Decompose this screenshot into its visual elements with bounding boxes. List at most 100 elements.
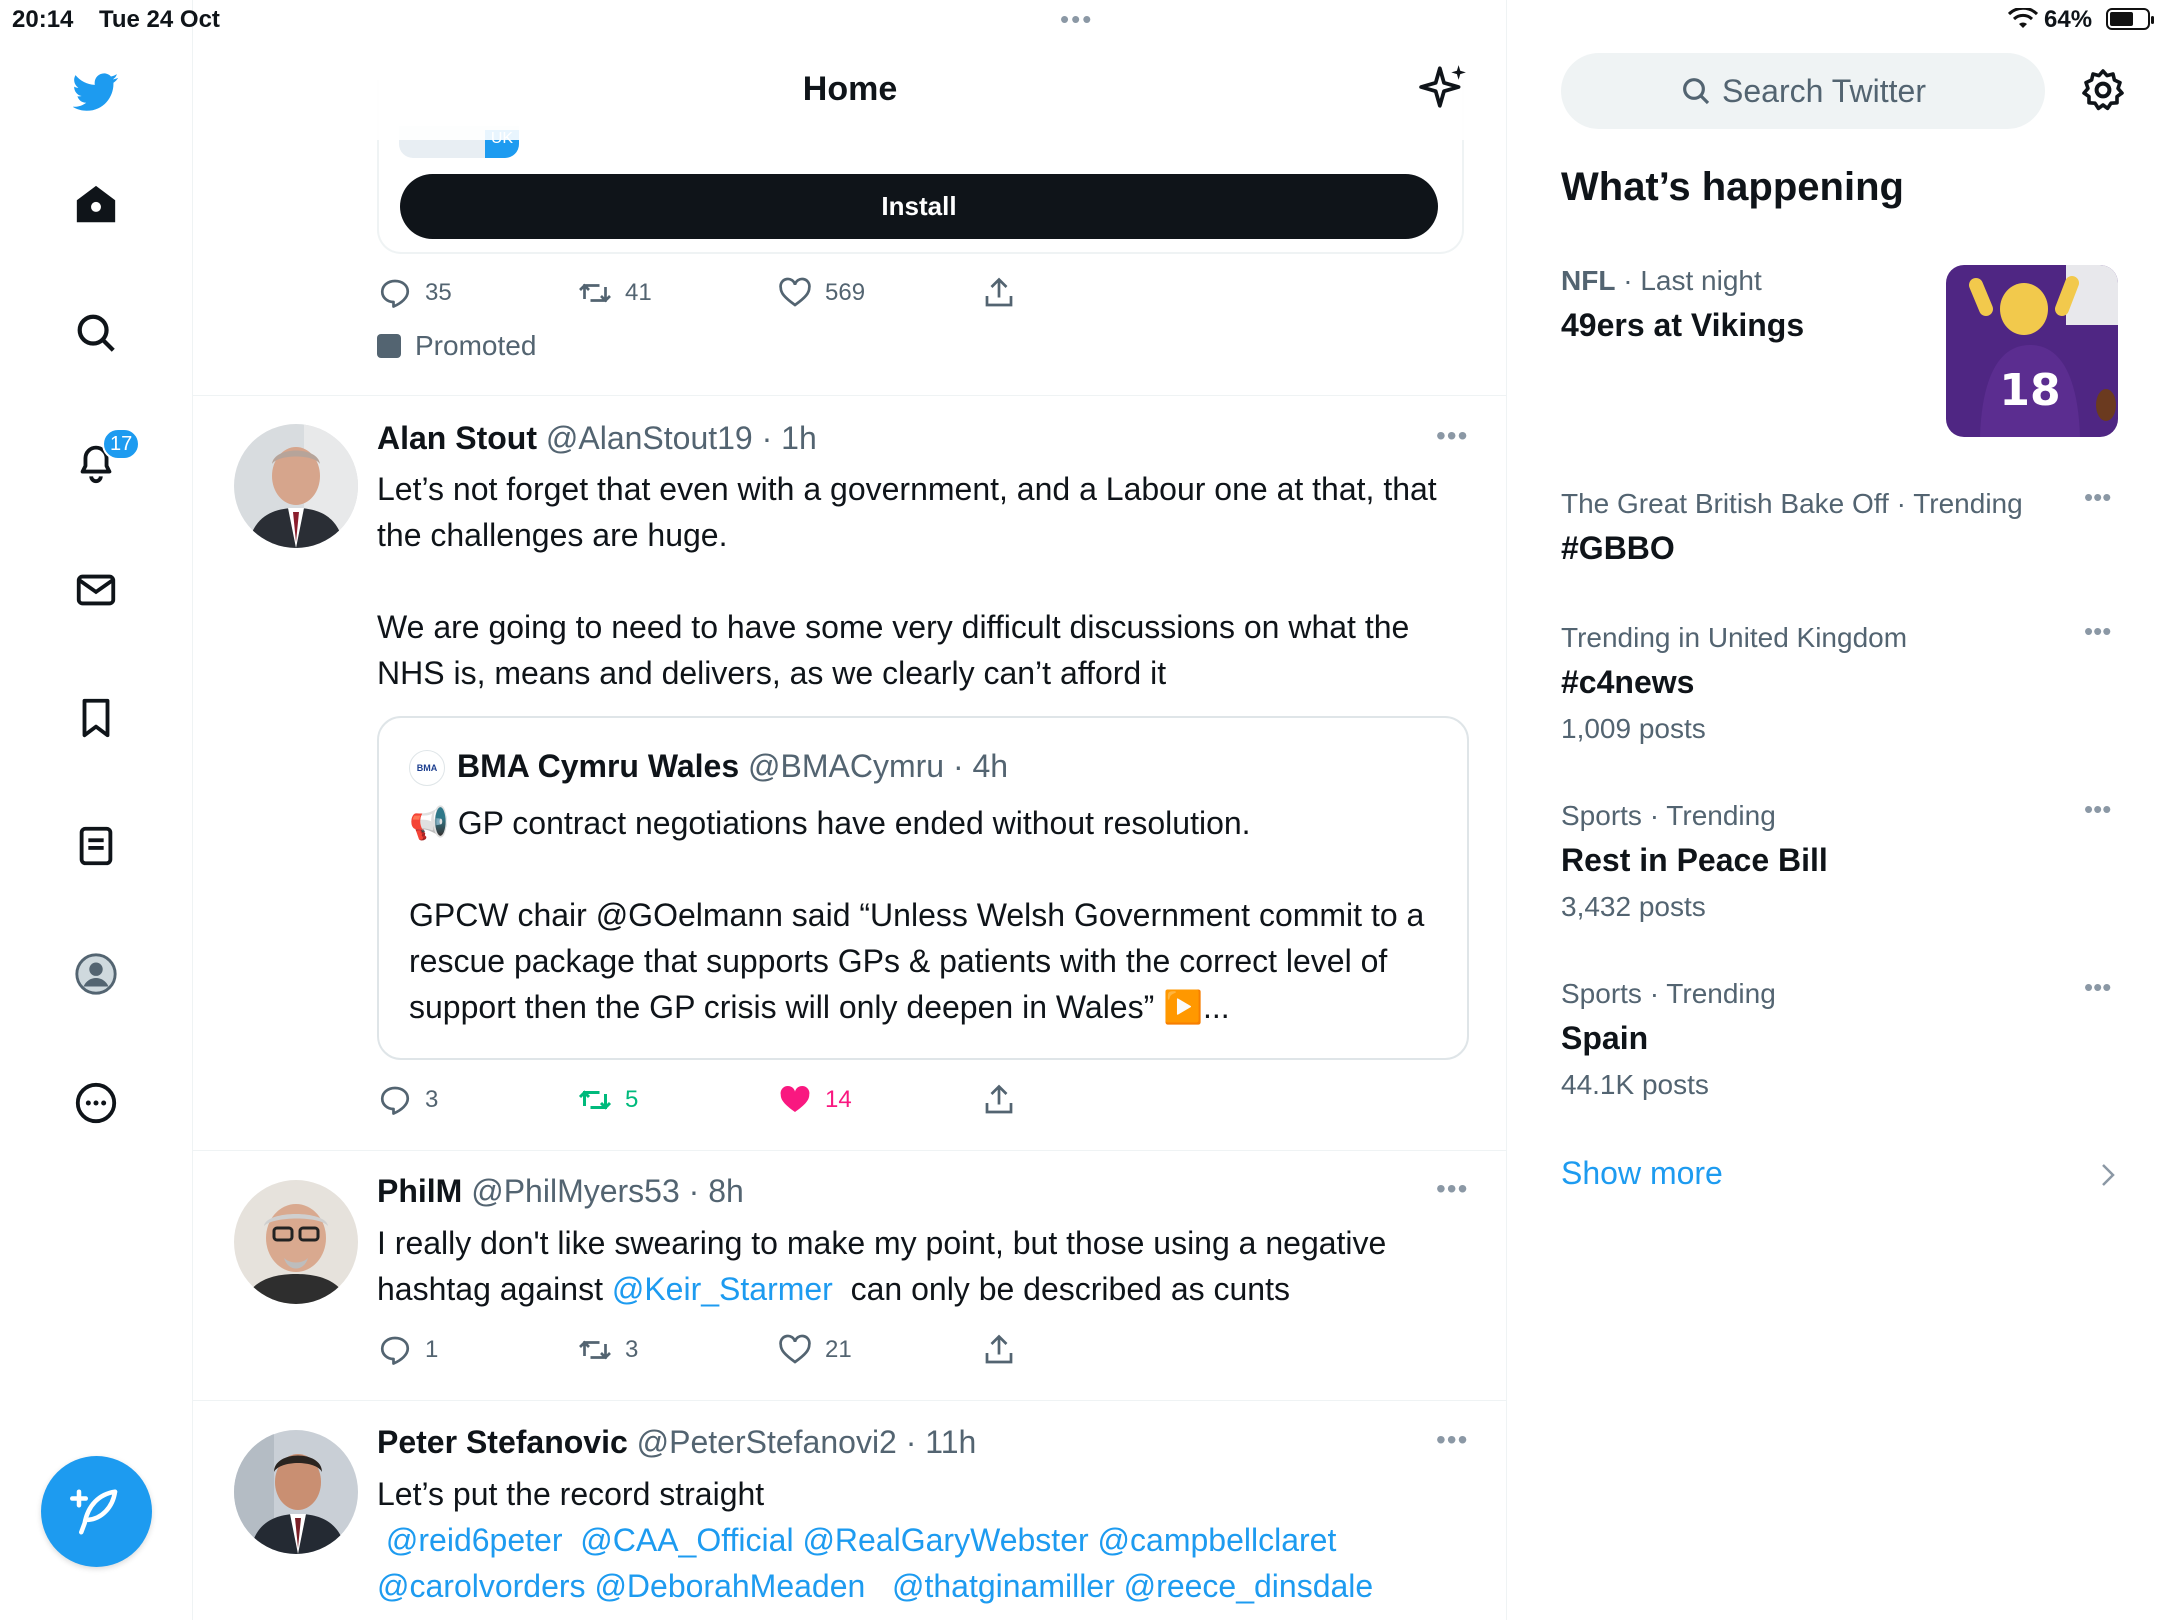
tweet-header: Peter Stefanovic @PeterStefanovi2 · 11h bbox=[377, 1424, 976, 1461]
ad-actions: 35 41 569 bbox=[377, 271, 1077, 315]
divider bbox=[193, 395, 1506, 396]
trend-meta: Sports · Trending bbox=[1561, 800, 1776, 831]
reply-icon bbox=[380, 1086, 410, 1115]
like-button[interactable]: 21 bbox=[777, 1328, 852, 1372]
search-icon bbox=[1683, 78, 1710, 105]
mail-icon[interactable] bbox=[66, 560, 126, 620]
like-count: 21 bbox=[825, 1336, 852, 1363]
promoted-icon bbox=[377, 334, 401, 358]
share-icon bbox=[985, 277, 1013, 307]
mention-link[interactable]: @Keir_Starmer bbox=[612, 1271, 833, 1307]
reply-count: 3 bbox=[425, 1086, 439, 1113]
share-button[interactable] bbox=[981, 1328, 1029, 1372]
trend-count: 44.1K posts bbox=[1561, 1069, 1709, 1100]
jersey-number: 18 bbox=[1999, 365, 2060, 416]
share-button[interactable] bbox=[981, 271, 1029, 315]
tweet-text: Let’s put the record straight bbox=[377, 1476, 765, 1512]
battery-icon bbox=[2106, 8, 2154, 30]
battery-percent: 64% bbox=[2044, 6, 2093, 33]
trend-more-icon[interactable]: ••• bbox=[2084, 972, 2111, 1003]
left-nav: 17 bbox=[0, 0, 193, 1620]
compose-button[interactable] bbox=[41, 1456, 152, 1567]
twitter-logo-icon[interactable] bbox=[66, 62, 126, 122]
tweet-more-icon[interactable]: ••• bbox=[1436, 1424, 1468, 1456]
tweet-actions: 1 3 21 bbox=[377, 1328, 1077, 1372]
search-input[interactable]: Search Twitter bbox=[1561, 53, 2045, 129]
trend-item[interactable]: Sports · Trending Rest in Peace Bill 3,4… bbox=[1561, 794, 2121, 923]
like-icon bbox=[779, 277, 811, 307]
mention-links[interactable]: @reid6peter @CAA_Official @RealGaryWebst… bbox=[377, 1517, 1477, 1563]
retweet-icon bbox=[579, 283, 611, 303]
mention-links[interactable]: @carolvorders @DeborahMeaden @thatginami… bbox=[377, 1563, 1477, 1609]
chevron-right-icon[interactable] bbox=[2097, 1160, 2119, 1190]
reply-button[interactable]: 3 bbox=[377, 1078, 438, 1122]
trend-more-icon[interactable]: ••• bbox=[2084, 616, 2111, 647]
tweet-header: Alan Stout @AlanStout19 · 1h bbox=[377, 420, 817, 457]
gear-icon[interactable] bbox=[2079, 66, 2127, 114]
reply-button[interactable]: 35 bbox=[377, 271, 452, 315]
trend-image[interactable]: 18 bbox=[1946, 265, 2118, 437]
quoted-tweet[interactable]: BMA BMA Cymru Wales @BMACymru · 4h 📢 GP … bbox=[377, 716, 1469, 1060]
quote-avatar: BMA bbox=[409, 750, 445, 786]
like-icon bbox=[780, 1085, 810, 1112]
trend-count: 3,432 posts bbox=[1561, 891, 1706, 922]
like-button[interactable]: 14 bbox=[777, 1078, 852, 1122]
author-name[interactable]: Alan Stout bbox=[377, 420, 537, 456]
trend-item[interactable]: Sports · Trending Spain 44.1K posts ••• bbox=[1561, 972, 2121, 1101]
timeline: Home UK Install 35 41 569 Promoted bbox=[193, 0, 1507, 1620]
bookmark-icon[interactable] bbox=[66, 688, 126, 748]
tweet-more-icon[interactable]: ••• bbox=[1436, 1173, 1468, 1205]
trend-more-icon[interactable]: ••• bbox=[2084, 482, 2111, 513]
avatar[interactable] bbox=[234, 1180, 358, 1304]
share-button[interactable] bbox=[981, 1078, 1029, 1122]
tweet-header: PhilM @PhilMyers53 · 8h bbox=[377, 1173, 744, 1210]
show-more-link[interactable]: Show more bbox=[1561, 1155, 1723, 1192]
reply-button[interactable]: 1 bbox=[377, 1328, 438, 1372]
avatar[interactable] bbox=[234, 1430, 358, 1554]
retweet-button[interactable]: 3 bbox=[577, 1328, 638, 1372]
install-button[interactable]: Install bbox=[400, 174, 1438, 239]
like-icon bbox=[779, 1334, 811, 1364]
promoted-label: Promoted bbox=[377, 330, 536, 362]
trend-more-icon[interactable]: ••• bbox=[2084, 794, 2111, 825]
reply-icon bbox=[380, 1336, 410, 1365]
trend-category: NFL bbox=[1561, 265, 1616, 296]
tweet-text: I really don't like swearing to make my … bbox=[377, 1220, 1477, 1312]
bell-icon[interactable]: 17 bbox=[66, 428, 141, 492]
author-handle[interactable]: @PhilMyers53 · 8h bbox=[471, 1173, 744, 1209]
more-icon[interactable] bbox=[66, 1073, 126, 1133]
retweet-button[interactable]: 41 bbox=[577, 271, 652, 315]
share-icon bbox=[985, 1334, 1013, 1364]
divider bbox=[193, 1400, 1506, 1401]
retweet-button[interactable]: 5 bbox=[577, 1078, 638, 1122]
share-icon bbox=[985, 1084, 1013, 1114]
reply-count: 1 bbox=[425, 1336, 439, 1363]
status-date: Tue 24 Oct bbox=[99, 6, 220, 33]
retweet-icon bbox=[578, 1090, 612, 1110]
retweet-count: 3 bbox=[625, 1336, 639, 1363]
sparkle-icon[interactable] bbox=[1419, 62, 1469, 112]
like-button[interactable]: 569 bbox=[777, 271, 865, 315]
multitasking-dots-icon[interactable]: ••• bbox=[1060, 4, 1093, 35]
quote-header: BMA Cymru Wales @BMACymru · 4h bbox=[457, 748, 1008, 785]
search-icon[interactable] bbox=[66, 303, 126, 363]
home-icon[interactable] bbox=[66, 175, 126, 235]
author-name[interactable]: Peter Stefanovic bbox=[377, 1424, 628, 1460]
quote-author-name: BMA Cymru Wales bbox=[457, 748, 740, 784]
trend-item[interactable]: The Great British Bake Off · Trending #G… bbox=[1561, 482, 2121, 567]
author-name[interactable]: PhilM bbox=[377, 1173, 462, 1209]
tweet-text: Let’s not forget that even with a govern… bbox=[377, 471, 1437, 691]
reply-icon bbox=[380, 279, 410, 308]
search-placeholder: Search Twitter bbox=[1722, 72, 1926, 109]
author-handle[interactable]: @AlanStout19 · 1h bbox=[546, 420, 817, 456]
author-handle[interactable]: @PeterStefanovi2 · 11h bbox=[637, 1424, 977, 1460]
lists-icon[interactable] bbox=[66, 816, 126, 876]
profile-icon[interactable] bbox=[66, 944, 126, 1004]
retweet-icon bbox=[579, 1340, 611, 1360]
trend-time: · Last night bbox=[1615, 265, 1762, 296]
trend-item[interactable]: Trending in United Kingdom #c4news 1,009… bbox=[1561, 616, 2121, 745]
trend-title: Spain bbox=[1561, 1020, 1649, 1056]
trend-meta: Sports · Trending bbox=[1561, 978, 1776, 1009]
tweet-more-icon[interactable]: ••• bbox=[1436, 420, 1468, 452]
avatar[interactable] bbox=[234, 424, 358, 548]
